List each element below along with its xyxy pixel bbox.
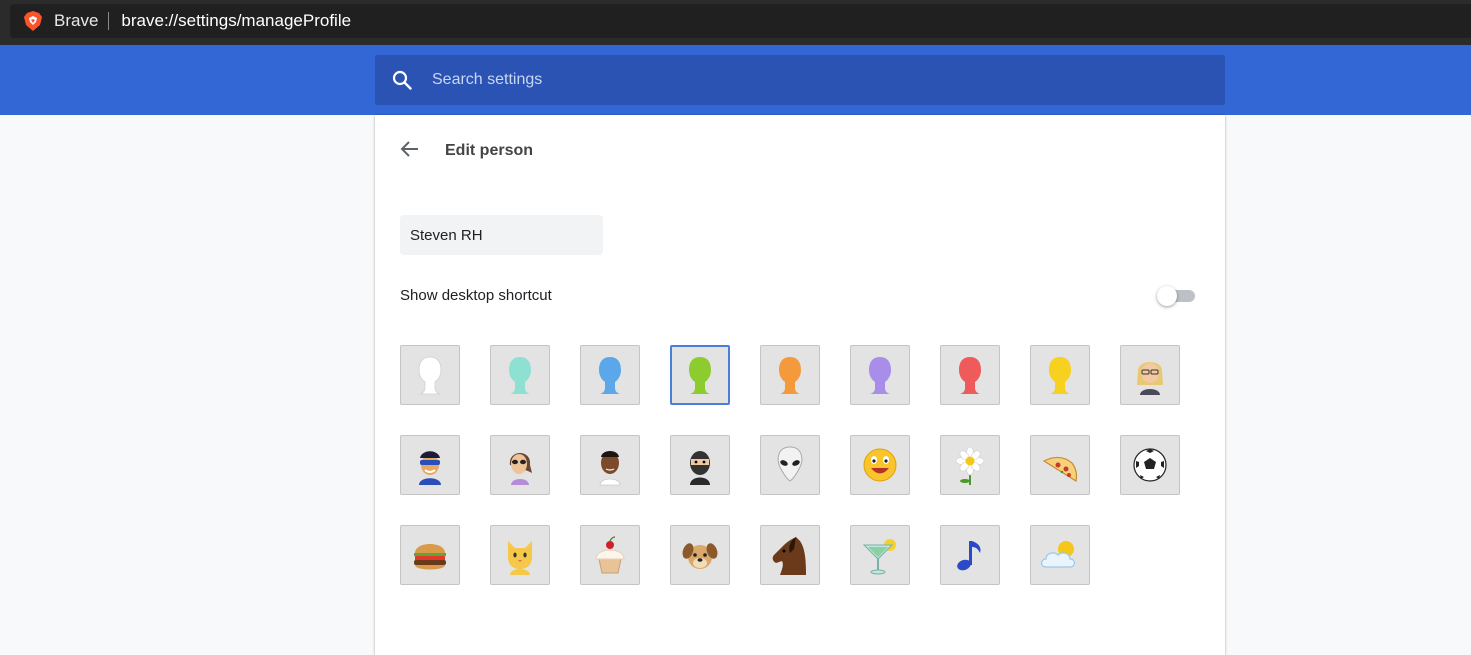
desktop-shortcut-toggle[interactable] <box>1157 285 1197 307</box>
search-input[interactable] <box>430 65 1190 95</box>
brave-lion-icon <box>24 11 42 31</box>
url-text[interactable]: brave://settings/manageProfile <box>121 11 351 31</box>
red-silhouette-icon <box>959 357 981 394</box>
pizza-icon <box>1042 456 1078 482</box>
man-icon <box>599 451 621 486</box>
settings-header <box>0 45 1471 115</box>
avatar-option[interactable] <box>400 345 460 405</box>
smiley-icon <box>863 448 897 482</box>
ninja-icon <box>690 451 710 485</box>
avatar-option[interactable] <box>940 345 1000 405</box>
desktop-shortcut-label: Show desktop shortcut <box>400 287 552 304</box>
avatar-option[interactable] <box>760 525 820 585</box>
avatar-option[interactable] <box>1030 345 1090 405</box>
orange-silhouette-icon <box>779 357 801 394</box>
dog-icon <box>682 543 718 569</box>
alien-icon <box>777 446 803 482</box>
flower-icon <box>955 446 985 485</box>
avatar-option[interactable] <box>760 435 820 495</box>
address-divider <box>108 12 110 30</box>
back-button[interactable] <box>395 137 425 165</box>
avatar-option[interactable] <box>580 525 640 585</box>
yellow-silhouette-icon <box>1049 357 1071 394</box>
horse-icon <box>772 537 806 575</box>
profile-name-input[interactable] <box>400 215 603 255</box>
search-icon <box>392 70 412 90</box>
woman-with-sunglasses-icon <box>509 453 532 485</box>
avatar-option[interactable] <box>760 345 820 405</box>
avatar-option[interactable] <box>670 525 730 585</box>
avatar-option[interactable] <box>490 345 550 405</box>
teal-silhouette-icon <box>509 357 531 394</box>
avatar-option[interactable] <box>490 435 550 495</box>
avatar-option[interactable] <box>940 435 1000 495</box>
purple-silhouette-icon <box>869 357 891 394</box>
green-silhouette-icon <box>689 357 711 394</box>
avatar-option[interactable] <box>850 525 910 585</box>
cocktail-icon <box>862 539 896 575</box>
edit-person-card: Edit person Show desktop shortcut <box>375 115 1225 655</box>
page-title: Edit person <box>445 142 534 159</box>
back-arrow-icon <box>400 139 420 164</box>
sun-and-cloud-icon <box>1040 541 1076 568</box>
cat-icon <box>508 541 532 575</box>
search-box[interactable] <box>375 55 1225 105</box>
avatar-option[interactable] <box>850 435 910 495</box>
avatar-option[interactable] <box>850 345 910 405</box>
soccer-ball-icon <box>1133 448 1167 482</box>
cupcake-icon <box>595 536 625 574</box>
avatar-option[interactable] <box>1120 345 1180 405</box>
avatar-option[interactable] <box>580 435 640 495</box>
music-note-icon <box>957 541 981 571</box>
address-bar[interactable]: Brave brave://settings/manageProfile <box>10 4 1471 38</box>
avatar-option[interactable] <box>1030 435 1090 495</box>
white-silhouette-icon <box>418 356 442 395</box>
avatar-option[interactable] <box>940 525 1000 585</box>
avatar-option[interactable] <box>1030 525 1090 585</box>
businesswoman-icon <box>1137 362 1163 395</box>
avatar-option[interactable] <box>670 435 730 495</box>
toggle-knob <box>1157 286 1177 306</box>
superhero-icon <box>419 451 441 485</box>
avatar-option[interactable] <box>400 525 460 585</box>
burger-icon <box>414 544 446 570</box>
browser-name: Brave <box>54 11 99 30</box>
avatar-option[interactable] <box>1120 435 1180 495</box>
blue-silhouette-icon <box>599 357 621 394</box>
browser-toolbar: Brave brave://settings/manageProfile <box>0 0 1471 45</box>
avatar-option[interactable] <box>580 345 640 405</box>
avatar-option[interactable] <box>490 525 550 585</box>
avatar-option-selected[interactable] <box>670 345 730 405</box>
avatar-option[interactable] <box>400 435 460 495</box>
